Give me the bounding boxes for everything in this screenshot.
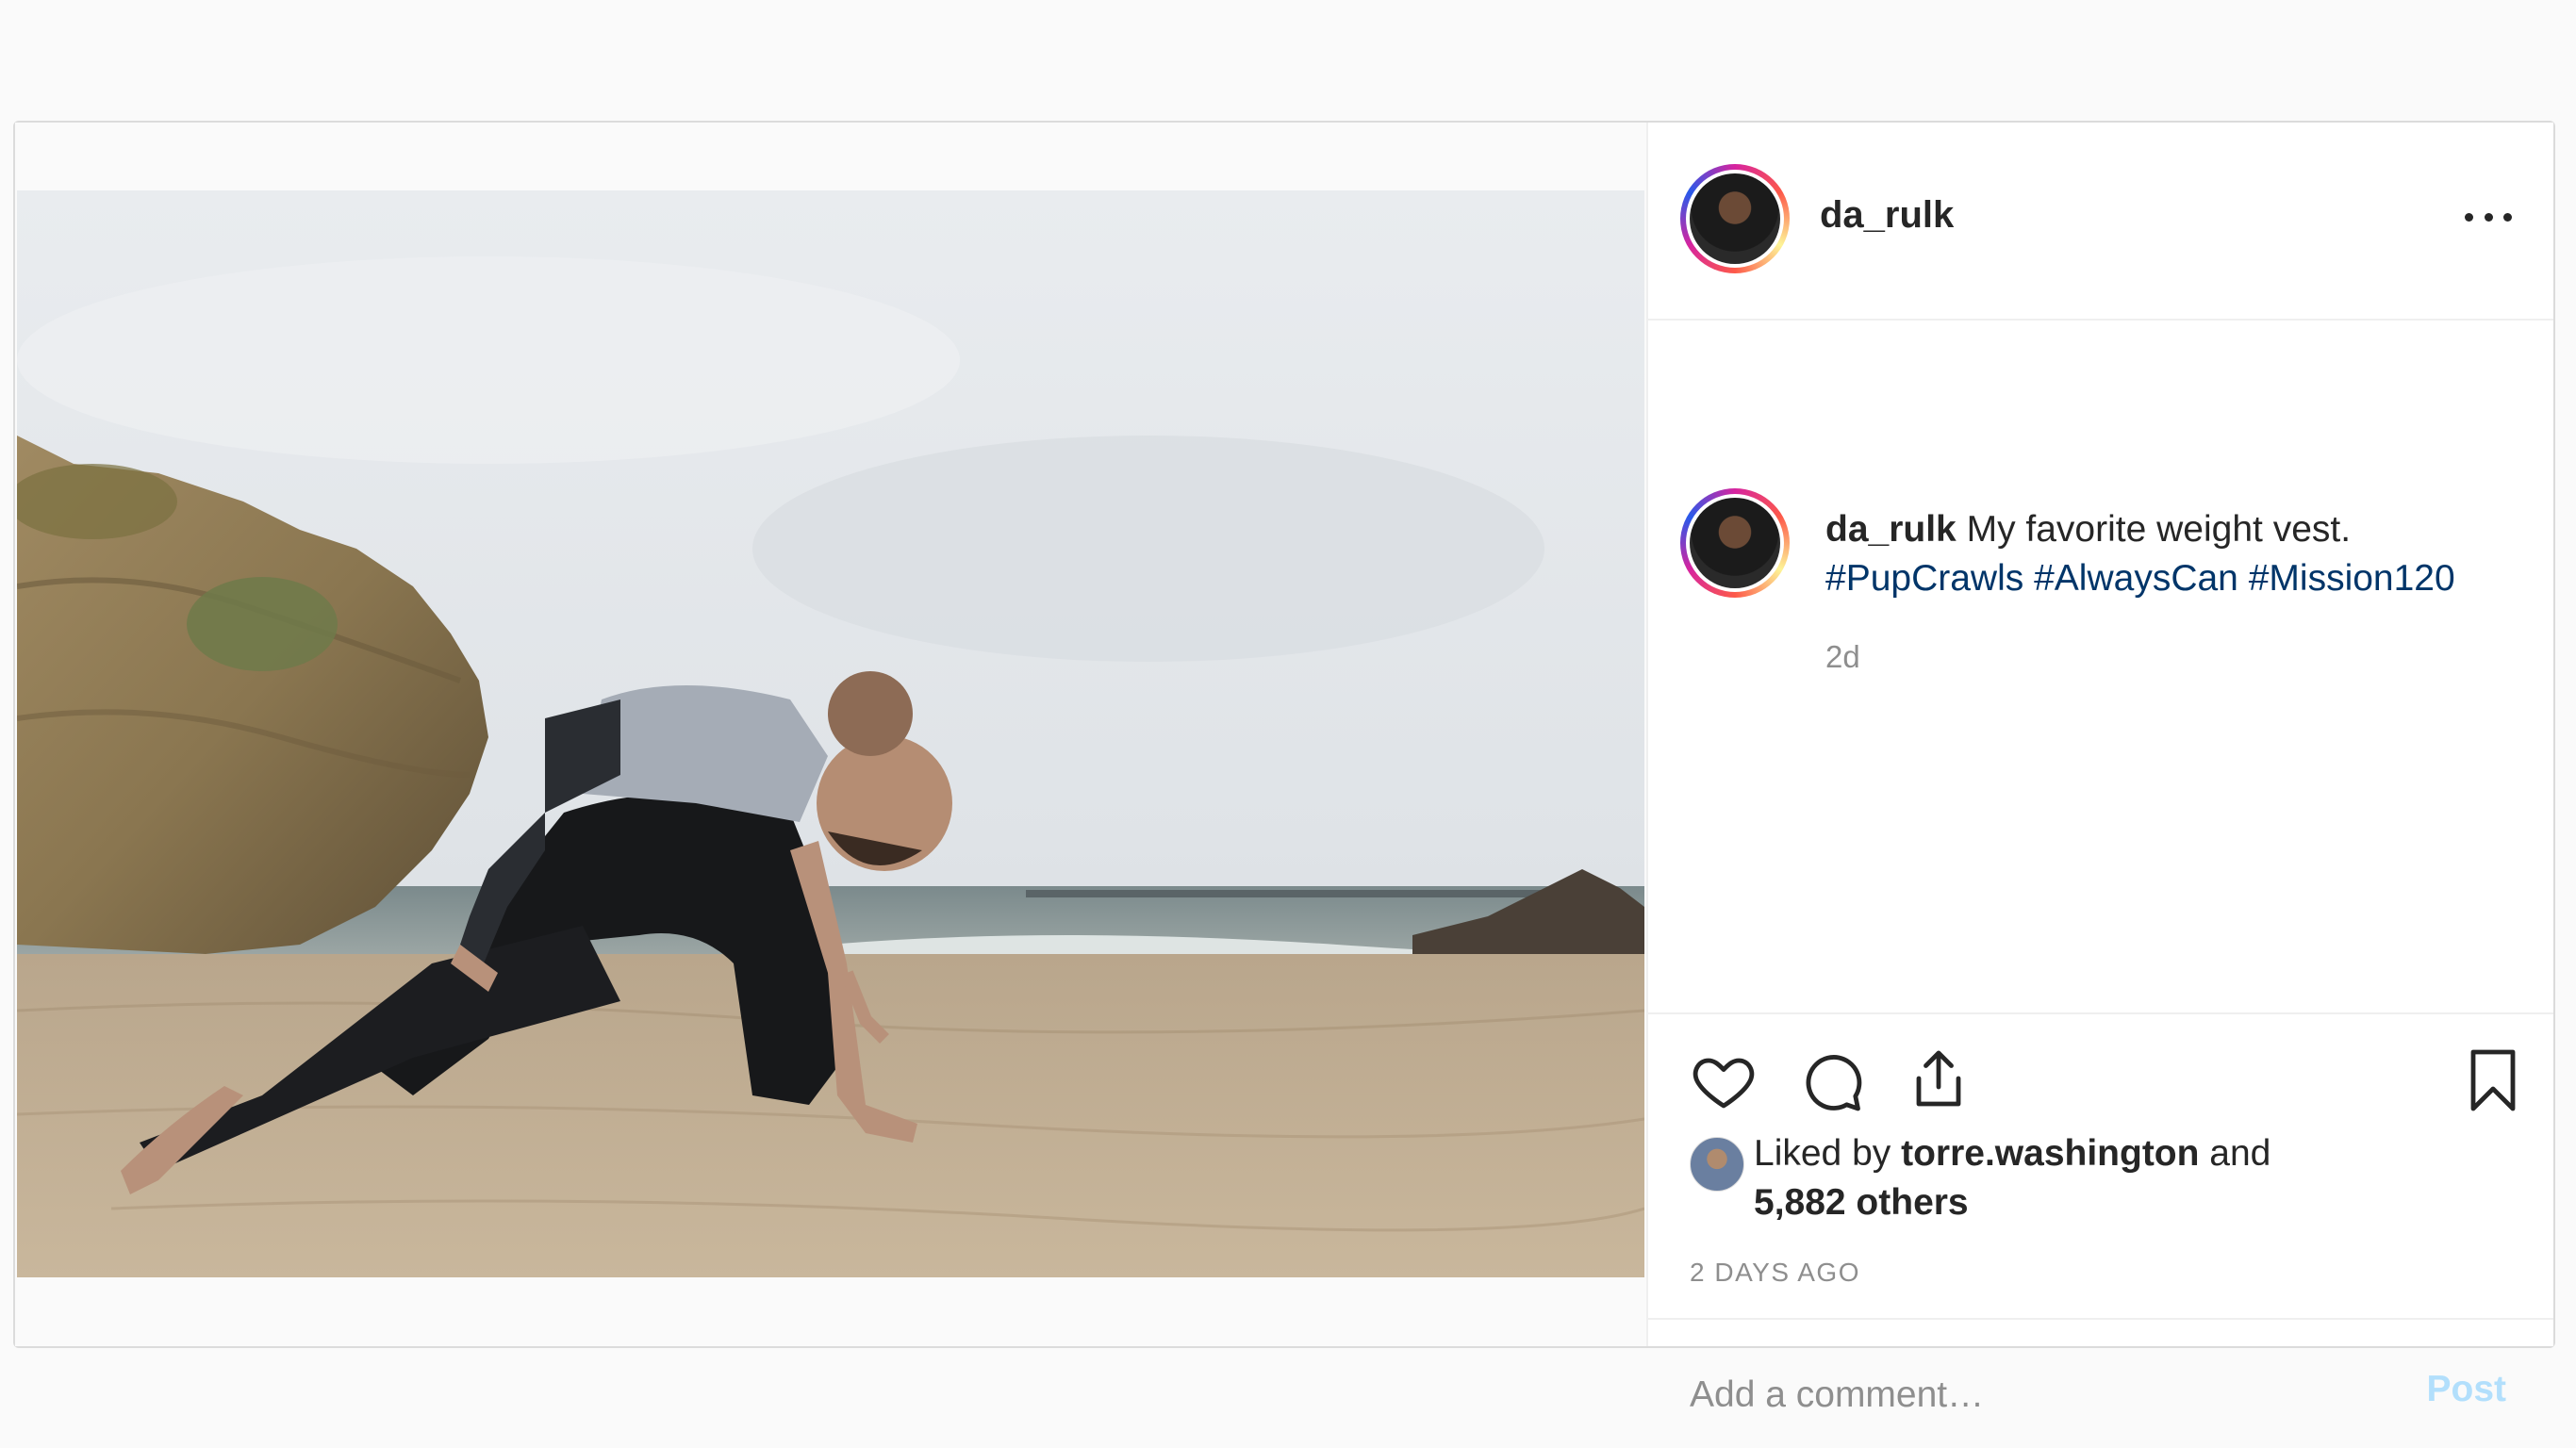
post-header: da_rulk bbox=[1648, 123, 2553, 321]
hashtag-link[interactable]: #Mission120 bbox=[2249, 558, 2455, 599]
liker-username-link[interactable]: torre.washington bbox=[1901, 1133, 2199, 1174]
caption-body: My favorite weight vest. bbox=[1966, 509, 2352, 550]
more-horizontal-icon[interactable] bbox=[2465, 198, 2512, 236]
likes-joiner: and bbox=[2209, 1133, 2271, 1174]
post-card: da_rulk da_rulk My favorite weight vest.… bbox=[13, 121, 2555, 1423]
caption-avatar-image bbox=[1690, 498, 1780, 588]
post-comment-button[interactable]: Post bbox=[2426, 1369, 2506, 1410]
caption-username-link[interactable]: da_rulk bbox=[1825, 509, 1957, 550]
caption-author-avatar[interactable] bbox=[1680, 488, 1790, 598]
hashtag-link[interactable]: #PupCrawls bbox=[1825, 558, 2023, 599]
post-photo[interactable] bbox=[17, 190, 1644, 1277]
caption-section: da_rulk My favorite weight vest. #PupCra… bbox=[1648, 321, 2553, 1009]
bookmark-icon[interactable] bbox=[2459, 1045, 2527, 1116]
caption-text: da_rulk My favorite weight vest. #PupCra… bbox=[1825, 505, 2523, 603]
author-avatar[interactable] bbox=[1680, 164, 1790, 273]
media-area bbox=[15, 123, 1646, 1346]
likes-others-link[interactable]: 5,882 others bbox=[1754, 1182, 1969, 1223]
share-upload-icon[interactable] bbox=[1905, 1045, 1973, 1112]
comment-bubble-icon[interactable] bbox=[1797, 1046, 1865, 1114]
caption-relative-time: 2d bbox=[1825, 639, 1860, 674]
post-sidebar: da_rulk da_rulk My favorite weight vest.… bbox=[1646, 123, 2553, 1423]
post-timestamp[interactable]: 2 DAYS AGO bbox=[1690, 1258, 1860, 1288]
likes-prefix: Liked by bbox=[1754, 1133, 1891, 1174]
liker-avatar[interactable] bbox=[1690, 1137, 1744, 1192]
hashtag-link[interactable]: #AlwaysCan bbox=[2034, 558, 2238, 599]
author-avatar-image bbox=[1690, 173, 1780, 264]
heart-icon[interactable] bbox=[1690, 1046, 1758, 1114]
beach-pup-crawl-photo bbox=[17, 190, 1644, 1277]
comment-divider bbox=[1648, 1318, 2553, 1320]
actions-divider bbox=[1648, 1012, 2553, 1014]
comment-input[interactable] bbox=[1690, 1367, 2406, 1423]
author-username-link[interactable]: da_rulk bbox=[1820, 194, 1954, 237]
